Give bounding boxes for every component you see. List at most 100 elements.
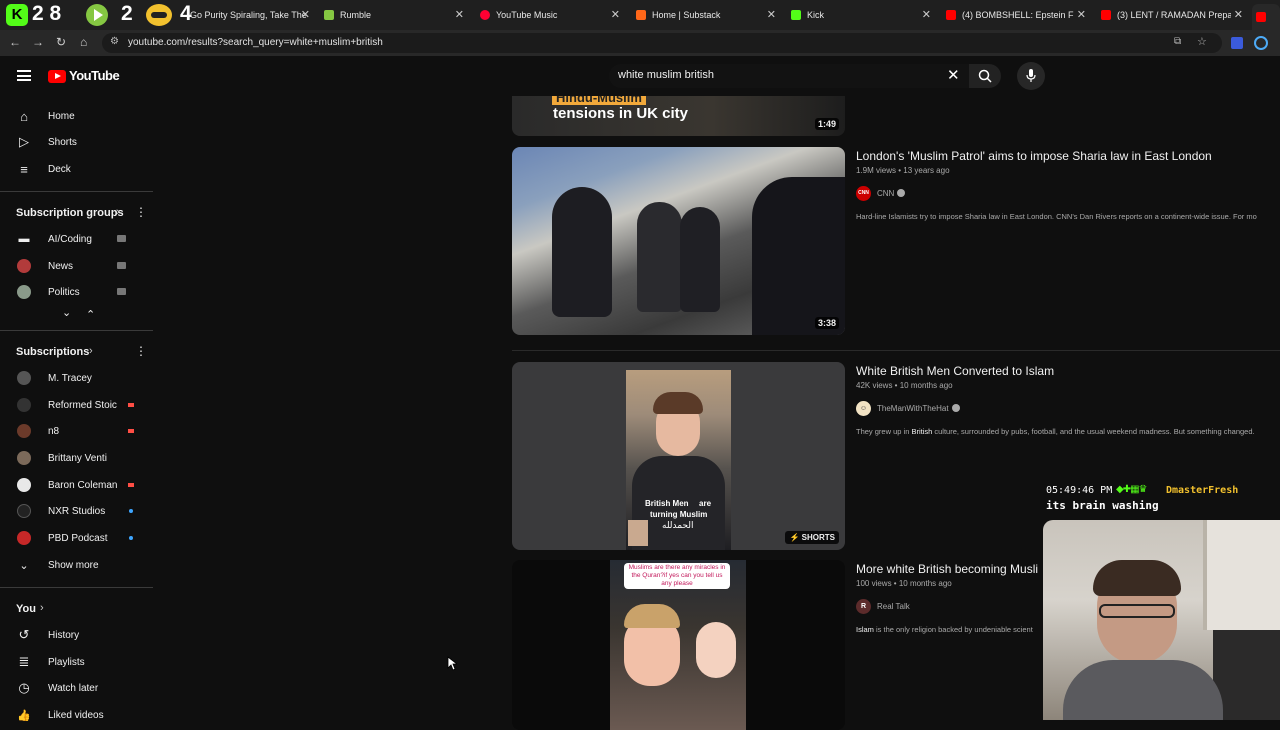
menu-icon[interactable] [17, 70, 31, 81]
sidebar-item-brittany-venti[interactable]: Brittany Venti [0, 445, 153, 471]
video-title[interactable]: London's 'Muslim Patrol' aims to impose … [856, 149, 1212, 163]
channel-link[interactable]: ☺ TheManWithTheHat [856, 400, 960, 416]
sidebar-item-home[interactable]: ⌂ Home [0, 103, 153, 129]
sidebar-item-ai-coding[interactable]: ▬ AI/Coding [0, 226, 153, 252]
new-content-dot-icon [129, 536, 133, 540]
sidebar-item-label: Shorts [48, 136, 77, 148]
search-query-text: white muslim british [618, 69, 714, 81]
sidebar-item-deck[interactable]: ≡ Deck [0, 156, 153, 182]
tab-substack[interactable]: Home | Substack ✕ [636, 4, 776, 26]
home-browser-icon[interactable]: ⌂ [80, 35, 87, 49]
shorts-badge: ⚡ SHORTS [785, 531, 839, 544]
youtube-logo-text[interactable]: YouTube [69, 68, 120, 83]
video-thumbnail[interactable]: 3:38 [512, 147, 845, 335]
close-tab-icon[interactable]: ✕ [611, 8, 620, 21]
reload-icon[interactable]: ↻ [56, 35, 66, 49]
close-tab-icon[interactable]: ✕ [1234, 8, 1243, 21]
subscription-groups-header[interactable]: Subscription groups › ⋮ [0, 204, 153, 222]
search-button[interactable] [969, 64, 1001, 88]
sidebar-item-pbd-podcast[interactable]: PBD Podcast [0, 525, 153, 551]
tab-active[interactable] [1252, 4, 1280, 30]
back-icon[interactable]: ← [9, 35, 21, 49]
tab-label: Go Purity Spiraling, Take The [190, 10, 307, 20]
profile-avatar[interactable] [1254, 36, 1268, 50]
tab-rumble[interactable]: Rumble ✕ [324, 4, 464, 26]
shorts-frame: British Men are turning Muslim الحمدلله [626, 370, 731, 550]
sidebar-divider [0, 191, 153, 192]
rumble-favicon-icon [324, 10, 334, 20]
close-tab-icon[interactable]: ✕ [922, 8, 931, 21]
sidebar-item-watch-later[interactable]: ◷ Watch later [0, 675, 153, 701]
you-header[interactable]: You › [0, 600, 153, 618]
search-input[interactable]: white muslim british ✕ [609, 64, 969, 88]
video-thumbnail[interactable]: Hindu-Muslim tensions in UK city 1:49 [512, 96, 845, 136]
sidebar-item-baron-coleman[interactable]: Baron Coleman [0, 472, 153, 498]
voice-search-button[interactable] [1017, 62, 1045, 90]
close-tab-icon[interactable]: ✕ [455, 8, 464, 21]
channel-name: TheManWithTheHat [877, 403, 949, 413]
sidebar-item-politics[interactable]: Politics [0, 279, 153, 305]
channel-avatar: ☺ [856, 400, 871, 416]
sidebar-item-playlists[interactable]: ≣ Playlists [0, 649, 153, 675]
site-info-icon[interactable]: ⚙ [110, 36, 119, 47]
sidebar-divider [0, 330, 153, 331]
webcam-overlay [1043, 520, 1280, 720]
tab-lent-ramadan[interactable]: (3) LENT / RAMADAN Prepara ✕ [1101, 4, 1243, 26]
bookmark-star-icon[interactable]: ☆ [1197, 35, 1207, 48]
video-thumbnail[interactable]: British Men are turning Muslim الحمدلله … [512, 362, 845, 550]
section-title: You [16, 603, 36, 615]
verified-icon [897, 189, 906, 197]
shorts-caption: الحمدلله [662, 521, 694, 531]
extension-icon[interactable] [1231, 37, 1243, 49]
tab-bombshell[interactable]: (4) BOMBSHELL: Epstein Files ✕ [946, 4, 1086, 26]
live-indicator-icon [128, 403, 134, 407]
thumbnail-hair-shape [624, 604, 680, 628]
sidebar-item-history[interactable]: ↺ History [0, 622, 153, 648]
sidebar-item-label: Brittany Venti [48, 452, 107, 464]
channel-name: CNN [877, 188, 895, 198]
chevron-right-icon: › [116, 206, 120, 218]
chevron-down-icon[interactable]: ⌄ [62, 306, 71, 319]
sidebar-item-m-tracey[interactable]: M. Tracey [0, 365, 153, 391]
avatar [17, 424, 31, 438]
browser-toolbar: ← → ↻ ⌂ ⚙ youtube.com/results?search_que… [0, 30, 1280, 56]
group-video-icon [117, 288, 126, 295]
video-description: They grew up in British culture, surroun… [856, 427, 1255, 436]
sidebar-item-shorts[interactable]: ▷ Shorts [0, 129, 153, 155]
politics-group-avatar [17, 285, 31, 299]
show-more-button[interactable]: ⌄ Show more [0, 552, 153, 578]
youtube-logo-icon[interactable] [48, 70, 66, 83]
history-icon: ↺ [18, 627, 30, 642]
sidebar-item-reformed-stoic[interactable]: Reformed Stoic [0, 392, 153, 418]
tab-youtube-music[interactable]: YouTube Music ✕ [480, 4, 620, 26]
address-bar[interactable]: ⚙ youtube.com/results?search_query=white… [102, 33, 1222, 53]
video-title[interactable]: More white British becoming Musli [856, 562, 1038, 576]
search-icon [978, 69, 992, 83]
close-tab-icon[interactable]: ✕ [301, 8, 310, 21]
sidebar-item-nxr-studios[interactable]: NXR Studios [0, 498, 153, 524]
more-vert-icon[interactable]: ⋮ [135, 344, 147, 358]
sidebar-item-n8[interactable]: n8 [0, 418, 153, 444]
forward-icon[interactable]: → [32, 35, 44, 49]
video-thumbnail[interactable]: Muslims are there any miracles in the Qu… [512, 560, 845, 730]
news-group-avatar [17, 259, 31, 273]
install-app-icon[interactable]: ⧉ [1174, 36, 1181, 47]
webcam-window-shape [1203, 520, 1280, 630]
sidebar-item-liked-videos[interactable]: 👍 Liked videos [0, 702, 153, 728]
channel-link[interactable]: R Real Talk [856, 598, 910, 614]
sidebar-item-label: AI/Coding [48, 233, 92, 245]
sidebar-item-news[interactable]: News [0, 253, 153, 279]
tab-kick[interactable]: Kick ✕ [791, 4, 931, 26]
subscriptions-header[interactable]: Subscriptions › ⋮ [0, 343, 153, 361]
shorts-caption: British Men [645, 499, 689, 508]
clear-search-icon[interactable]: ✕ [947, 66, 960, 84]
chevron-up-icon[interactable]: ⌃ [86, 308, 95, 321]
more-vert-icon[interactable]: ⋮ [135, 205, 147, 219]
video-title[interactable]: White British Men Converted to Islam [856, 364, 1054, 378]
channel-link[interactable]: CNN CNN [856, 185, 906, 201]
tab-purity-spiraling[interactable]: Go Purity Spiraling, Take The ✕ [190, 4, 310, 26]
watch-later-icon: ◷ [18, 680, 30, 695]
close-tab-icon[interactable]: ✕ [767, 8, 776, 21]
close-tab-icon[interactable]: ✕ [1077, 8, 1086, 21]
avatar [17, 531, 31, 545]
